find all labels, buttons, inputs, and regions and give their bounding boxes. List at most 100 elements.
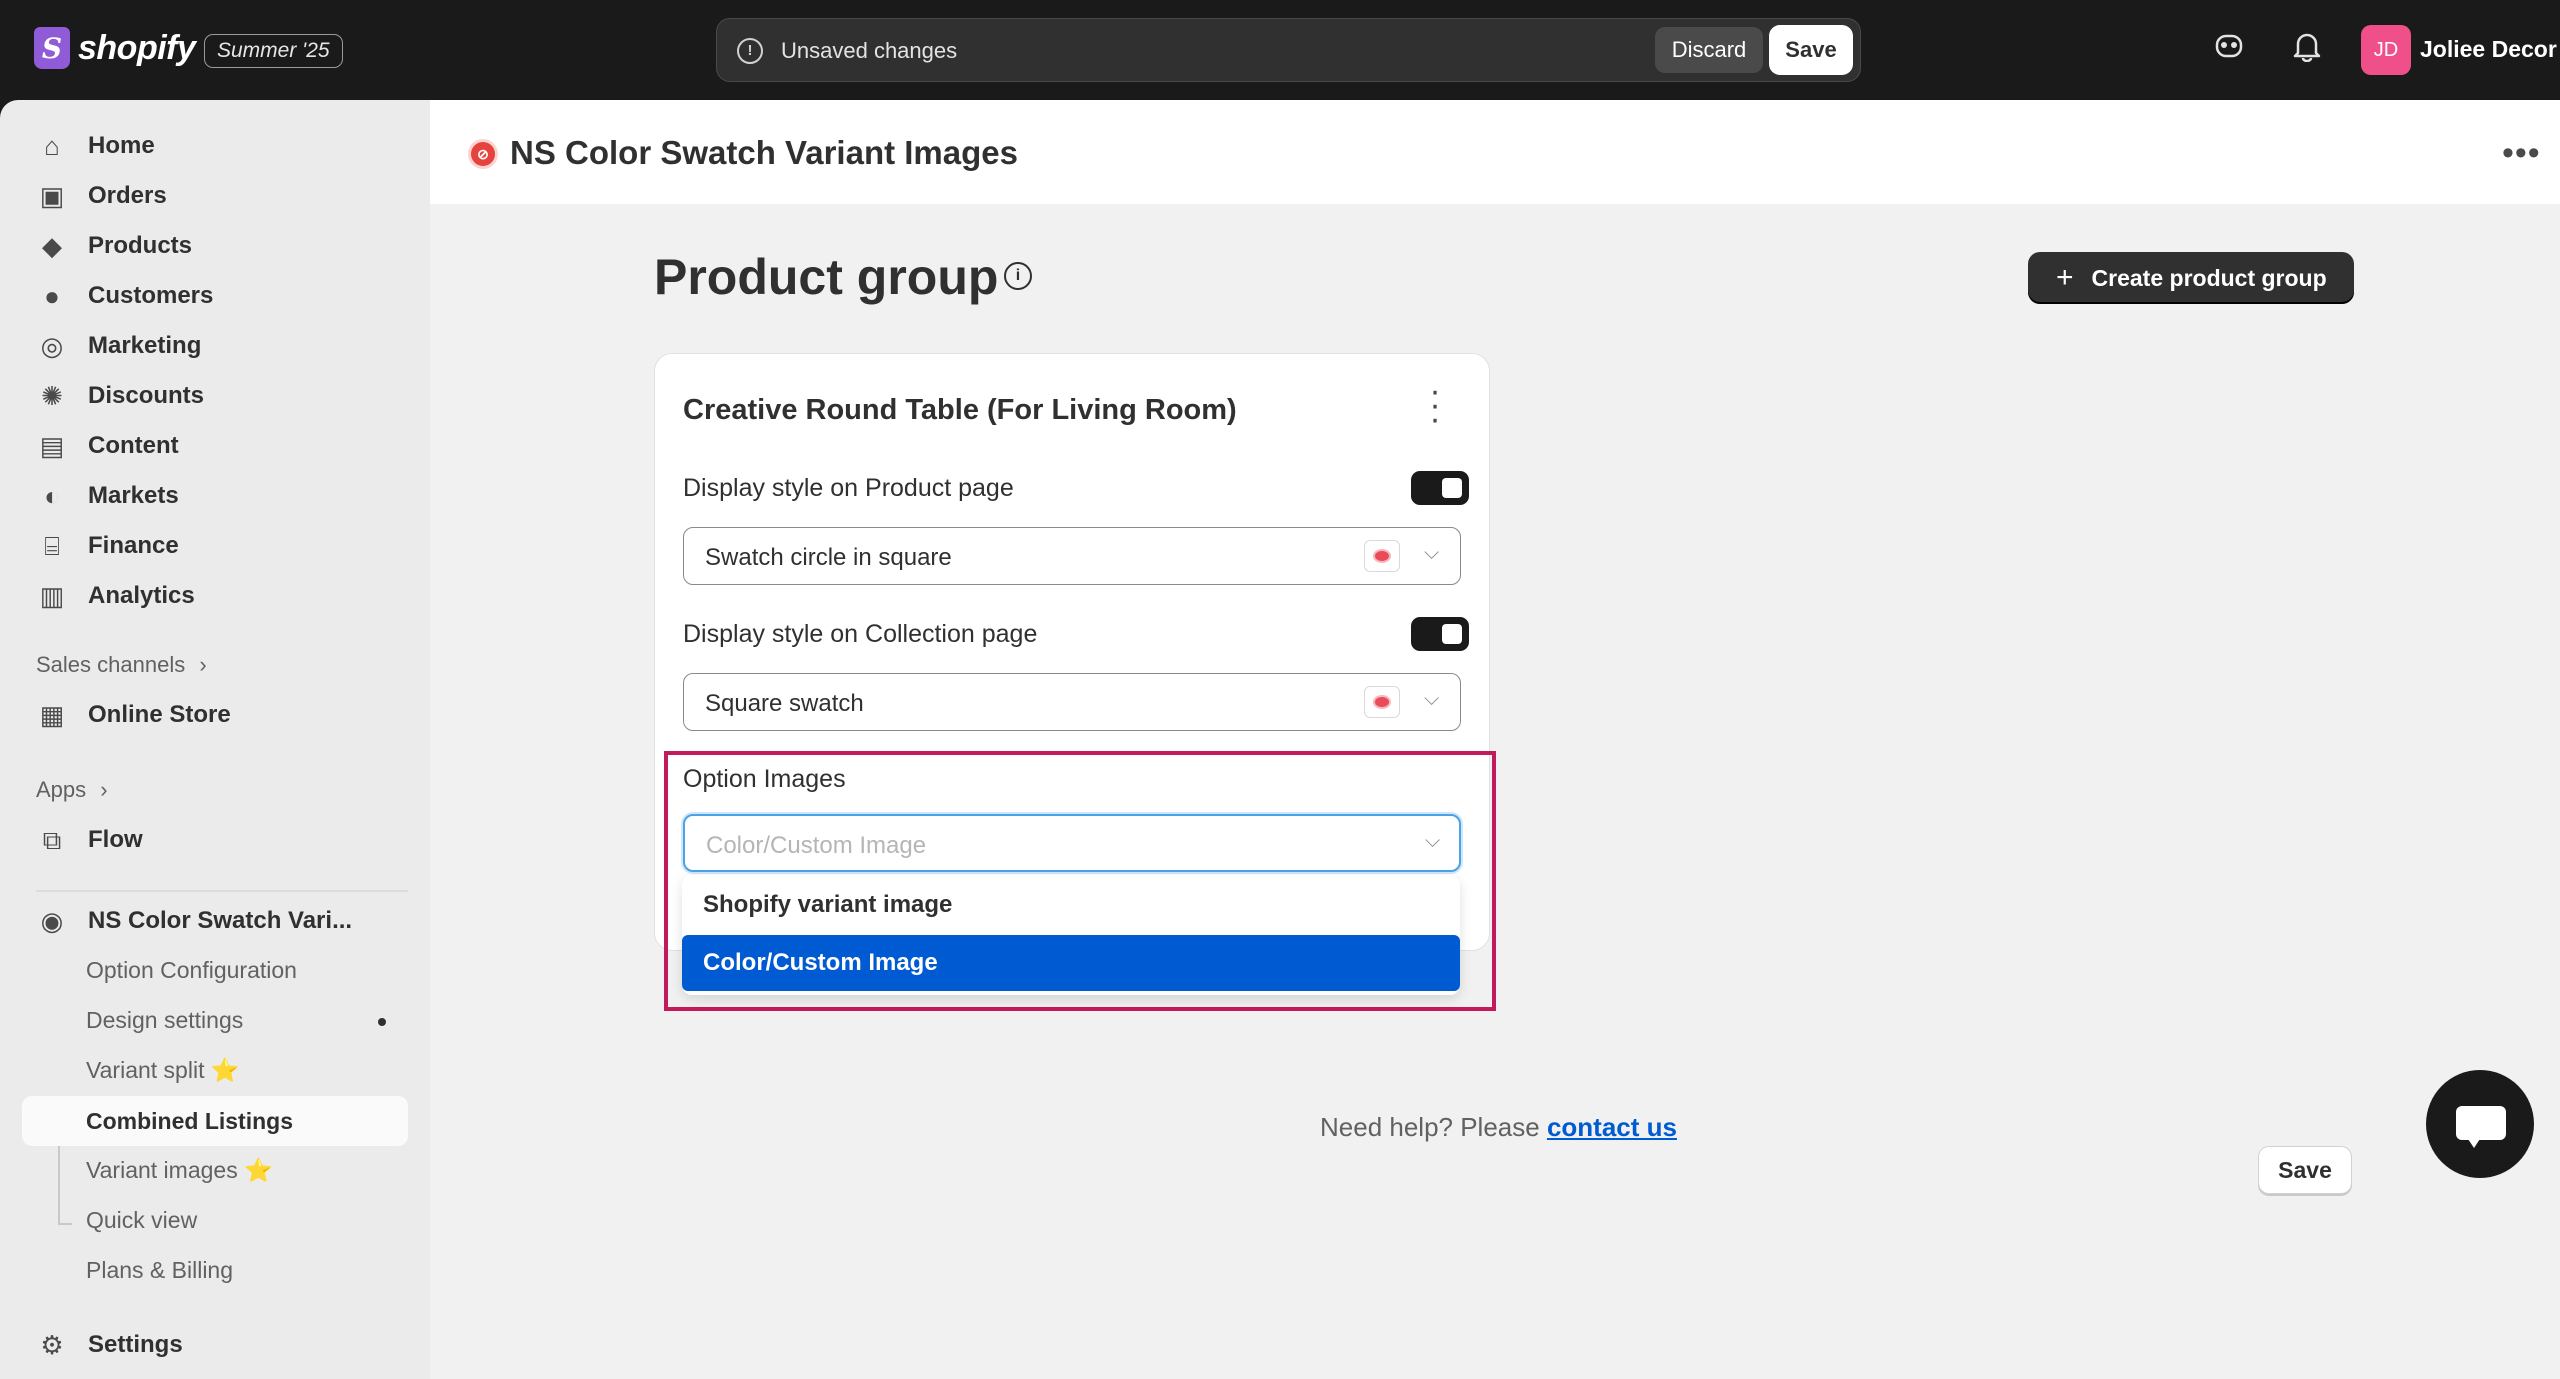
sidebar-item-settings[interactable]: ⚙ Settings — [22, 1320, 408, 1370]
option-images-dropdown: Shopify variant image Color/Custom Image — [682, 875, 1460, 995]
pin-dot — [378, 1018, 386, 1026]
target-icon: ◎ — [40, 331, 64, 361]
bar-chart-icon: ▥ — [39, 581, 65, 611]
sidebar-item-label: Markets — [88, 482, 179, 509]
button-label: Create product group — [2091, 264, 2327, 291]
sidebar-subitem-option-configuration[interactable]: Option Configuration — [86, 957, 297, 984]
help-text: Need help? Please contact us — [1320, 1112, 1677, 1143]
sidebar-item-flow[interactable]: ⧉ Flow — [22, 815, 408, 865]
chat-bubble-icon — [2456, 1106, 2506, 1140]
store-icon: ▦ — [39, 700, 65, 730]
chevron-right-icon: › — [100, 777, 108, 802]
sidebar-item-marketing[interactable]: ◎ Marketing — [22, 321, 408, 371]
select-value: Swatch circle in square — [705, 544, 952, 571]
select-value: Square swatch — [705, 690, 864, 717]
discount-icon: ✺ — [41, 381, 63, 411]
edition-badge[interactable]: Summer '25 — [204, 34, 343, 68]
sidebar-item-discounts[interactable]: ✺ Discounts — [22, 371, 408, 421]
app-icon: ◉ — [40, 906, 64, 936]
collection-page-toggle[interactable] — [1411, 617, 1469, 651]
sidebar-item-markets[interactable]: ◐ Markets — [22, 471, 408, 521]
home-icon: ⌂ — [44, 131, 60, 161]
sidebar-item-label: Customers — [88, 282, 214, 309]
sidebar-item-customers[interactable]: ● Customers — [22, 271, 408, 321]
main-content: ⊘ NS Color Swatch Variant Images ••• Pro… — [430, 100, 2560, 1379]
globe-icon: ◐ — [44, 481, 60, 511]
dropdown-option-color-custom-image[interactable]: Color/Custom Image — [682, 935, 1460, 991]
collection-page-style-select[interactable]: Square swatch ⌵ — [683, 673, 1461, 731]
chevron-down-icon: ⌵ — [1424, 688, 1440, 710]
person-icon: ● — [44, 281, 60, 311]
sidebar-item-analytics[interactable]: ▥ Analytics — [22, 571, 408, 621]
sidebar-subitem-design-settings[interactable]: Design settings — [86, 1007, 243, 1034]
vertical-dots-icon[interactable]: · · · — [1425, 374, 1445, 436]
unsaved-changes-text: Unsaved changes — [781, 38, 958, 63]
store-name[interactable]: Joliee Decor — [2420, 36, 2557, 63]
sidebar-item-label: Analytics — [88, 582, 195, 609]
section-label-text: Apps — [36, 777, 87, 802]
content-icon: ▤ — [39, 431, 65, 461]
sidebar-item-label: Online Store — [88, 701, 231, 728]
sidebar-subitem-variant-split[interactable]: Variant split ⭐ — [86, 1057, 240, 1084]
product-page-style-select[interactable]: Swatch circle in square ⌵ — [683, 527, 1461, 585]
tree-elbow — [58, 1223, 72, 1225]
shopify-logo[interactable]: S shopify — [34, 27, 196, 69]
toggle-knob — [1442, 624, 1462, 644]
sidebar-item-online-store[interactable]: ▦ Online Store — [22, 690, 408, 740]
save-bottom-button[interactable]: Save — [2258, 1146, 2352, 1194]
bell-icon[interactable] — [2287, 30, 2327, 70]
sidebar-item-label: Content — [88, 432, 179, 459]
sidebar-subitem-quick-view[interactable]: Quick view — [86, 1207, 197, 1234]
swatch-preview-icon — [1364, 540, 1400, 572]
inbox-icon: ▣ — [39, 181, 65, 211]
shopify-bag-icon: S — [34, 27, 70, 69]
sidebar-item-label: Discounts — [88, 382, 205, 409]
app-logo-icon: ⊘ — [468, 139, 498, 169]
sidebar-item-content[interactable]: ▤ Content — [22, 421, 408, 471]
chat-bubble-tail — [2466, 1136, 2482, 1148]
sidebar-item-label: Flow — [88, 826, 143, 853]
discard-button[interactable]: Discard — [1655, 27, 1763, 73]
toggle-knob — [1442, 478, 1462, 498]
section-label-text: Sales channels — [36, 652, 186, 677]
app-title: NS Color Swatch Variant Images — [510, 134, 1018, 171]
apps-heading[interactable]: Apps › — [36, 777, 108, 803]
sidebar-item-products[interactable]: ◆ Products — [22, 221, 408, 271]
more-actions-icon[interactable]: ••• — [2502, 134, 2541, 173]
sidebar-item-finance[interactable]: ⌸ Finance — [22, 521, 408, 571]
sidebar-item-app[interactable]: ◉ NS Color Swatch Vari... — [22, 896, 408, 946]
sidebar-item-orders[interactable]: ▣ Orders — [22, 171, 408, 221]
product-page-toggle[interactable] — [1411, 471, 1469, 505]
sidebar-subitem-plans-billing[interactable]: Plans & Billing — [86, 1257, 233, 1284]
save-button[interactable]: Save — [1769, 25, 1853, 75]
dropdown-option-shopify-variant-image[interactable]: Shopify variant image — [682, 877, 1460, 933]
sidebar-item-label: NS Color Swatch Vari... — [88, 907, 353, 934]
sidebar-item-label: Settings — [88, 1331, 183, 1358]
sidebar: ⌂ Home ▣ Orders ◆ Products ● Customers ◎… — [0, 100, 430, 1379]
sidebar-subitem-combined-listings[interactable]: Combined Listings — [22, 1096, 408, 1146]
brand-wordmark: shopify — [78, 28, 196, 67]
bank-icon: ⌸ — [44, 531, 60, 561]
sidebar-item-label: Products — [88, 232, 193, 259]
chat-button[interactable] — [2426, 1070, 2534, 1178]
help-text-label: Need help? Please — [1320, 1112, 1540, 1142]
sidebar-item-label: Home — [88, 132, 155, 159]
contact-us-link[interactable]: contact us — [1547, 1112, 1677, 1142]
sidebar-item-label: Finance — [88, 532, 179, 559]
create-product-group-button[interactable]: + Create product group — [2028, 252, 2354, 304]
collection-page-style-label: Display style on Collection page — [683, 620, 1038, 648]
info-icon[interactable]: i — [1004, 262, 1032, 290]
sales-channels-heading[interactable]: Sales channels › — [36, 652, 207, 678]
product-page-style-label: Display style on Product page — [683, 474, 1014, 502]
swatch-preview-icon — [1364, 686, 1400, 718]
app-header: ⊘ NS Color Swatch Variant Images ••• — [430, 100, 2560, 204]
sidekick-icon[interactable] — [2209, 30, 2249, 70]
page-title: Product group — [654, 249, 999, 305]
tag-icon: ◆ — [42, 231, 62, 261]
avatar[interactable]: JD — [2361, 25, 2411, 75]
divider — [36, 890, 408, 892]
flow-icon: ⧉ — [42, 825, 62, 855]
sidebar-item-home[interactable]: ⌂ Home — [22, 121, 408, 171]
sidebar-subitem-variant-images[interactable]: Variant images ⭐ — [86, 1157, 273, 1184]
unsaved-changes-bar: ! Unsaved changes Discard Save — [716, 18, 1861, 82]
